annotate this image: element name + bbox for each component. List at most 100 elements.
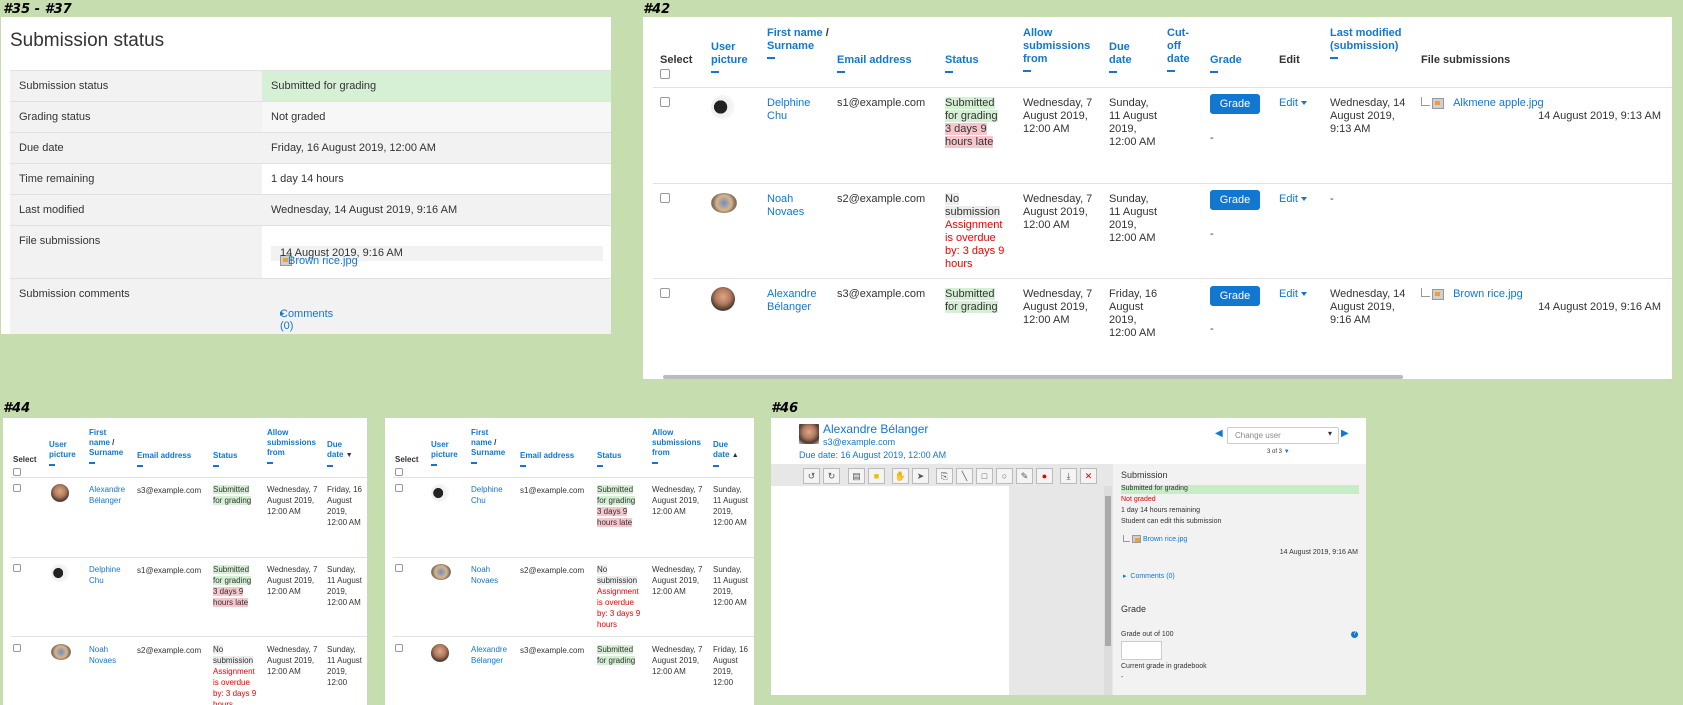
avatar[interactable] bbox=[51, 564, 69, 582]
last-modified-header[interactable]: Last modified (submission) bbox=[1330, 27, 1408, 59]
allow-header[interactable]: Allow submissions from bbox=[1023, 27, 1101, 72]
hand-icon[interactable]: ✋ bbox=[892, 468, 909, 484]
grade-input[interactable] bbox=[1121, 641, 1162, 660]
edit-dropdown[interactable]: Edit bbox=[1279, 193, 1307, 206]
pen-icon[interactable]: ✎ bbox=[1016, 468, 1033, 484]
allow-date: Wednesday, 7 August 2019, 12:00 AM bbox=[267, 485, 318, 516]
due-header[interactable]: Due date ▲ bbox=[713, 440, 743, 467]
user-name-link[interactable]: Noah Novaes bbox=[471, 564, 498, 586]
file-link[interactable]: Brown rice.jpg bbox=[1453, 288, 1523, 300]
status-badge: No submission Assignment is overdue by: 3… bbox=[597, 565, 641, 629]
save-icon[interactable]: ⤓ bbox=[1060, 468, 1077, 484]
oval-icon[interactable]: ○ bbox=[996, 468, 1013, 484]
close-icon[interactable]: ✕ bbox=[1080, 468, 1097, 484]
grade-button[interactable]: Grade bbox=[1210, 286, 1260, 306]
status-badge: Submitted for grading bbox=[597, 645, 636, 665]
grade-button[interactable]: Grade bbox=[1210, 94, 1260, 114]
line-icon[interactable]: ╲ bbox=[956, 468, 973, 484]
avatar[interactable] bbox=[51, 484, 69, 502]
next-user-icon[interactable]: ▶ bbox=[1341, 428, 1349, 439]
file-date: 14 August 2019, 9:16 AM bbox=[280, 247, 403, 259]
user-picture-header[interactable]: User picture bbox=[431, 440, 463, 466]
select-all-checkbox[interactable] bbox=[13, 468, 21, 476]
change-user-select[interactable]: Change user ▾ bbox=[1227, 427, 1339, 444]
email: s1@example.com bbox=[137, 566, 202, 575]
horizontal-scrollbar[interactable] bbox=[663, 375, 1403, 379]
grade-value: - bbox=[1210, 132, 1214, 144]
select-all-checkbox[interactable] bbox=[660, 69, 670, 79]
row-checkbox[interactable] bbox=[660, 97, 670, 107]
status-header[interactable]: Status bbox=[597, 451, 621, 467]
user-name-link[interactable]: Delphine Chu bbox=[89, 564, 121, 586]
user-picture-header[interactable]: User picture bbox=[49, 440, 81, 466]
due-date: Sunday, 11 August 2019, 12:00 bbox=[327, 645, 362, 687]
row-checkbox[interactable] bbox=[395, 564, 403, 572]
allow-header[interactable]: Allow submissions from bbox=[267, 428, 319, 464]
rectangle-icon[interactable]: □ bbox=[976, 468, 993, 484]
color-icon[interactable]: ● bbox=[1036, 468, 1053, 484]
user-name-link[interactable]: Alexandre Bélanger bbox=[89, 484, 125, 506]
status-row: Due date Friday, 16 August 2019, 12:00 A… bbox=[10, 132, 611, 164]
edit-dropdown[interactable]: Edit bbox=[1279, 288, 1307, 301]
avatar[interactable] bbox=[51, 644, 71, 660]
name-header[interactable]: First name / Surname bbox=[767, 27, 829, 59]
edit-dropdown[interactable]: Edit bbox=[1279, 97, 1307, 110]
help-icon[interactable]: ? bbox=[1351, 631, 1358, 638]
due-header[interactable]: Due date ▼ bbox=[327, 440, 357, 467]
due-date: Friday, 16 August 2019, 12:00 bbox=[713, 645, 748, 687]
name-header[interactable]: First name / Surname bbox=[471, 428, 511, 464]
user-picture-header[interactable]: User picture bbox=[711, 41, 761, 73]
student-name-link[interactable]: Alexandre Bélanger bbox=[823, 422, 928, 436]
section-label: #46 bbox=[771, 401, 799, 416]
user-name-link[interactable]: Alexandre Bélanger bbox=[767, 288, 817, 314]
comments-link[interactable]: ▸ Comments (0) bbox=[1123, 572, 1175, 580]
avatar[interactable] bbox=[431, 644, 449, 662]
email-header[interactable]: Email address bbox=[137, 451, 191, 467]
grade-button[interactable]: Grade bbox=[1210, 190, 1260, 210]
row-checkbox[interactable] bbox=[13, 644, 21, 652]
email-header[interactable]: Email address bbox=[520, 451, 574, 467]
row-checkbox[interactable] bbox=[13, 484, 21, 492]
vertical-scrollbar[interactable] bbox=[1104, 486, 1112, 695]
select-all-checkbox[interactable] bbox=[395, 468, 403, 476]
user-name-link[interactable]: Alexandre Bélanger bbox=[471, 644, 507, 666]
row-label: File submissions bbox=[19, 235, 101, 247]
row-checkbox[interactable] bbox=[660, 193, 670, 203]
file-link[interactable]: Alkmene apple.jpg bbox=[1453, 97, 1544, 109]
due-header[interactable]: Due date bbox=[1109, 41, 1139, 73]
avatar[interactable] bbox=[711, 95, 735, 119]
comment-icon[interactable]: ■ bbox=[868, 468, 885, 484]
document-page[interactable] bbox=[771, 486, 1009, 695]
row-checkbox[interactable] bbox=[395, 484, 403, 492]
email-header[interactable]: Email address bbox=[837, 54, 912, 73]
file-entry: Brown rice.jpg bbox=[1123, 535, 1187, 543]
avatar[interactable] bbox=[711, 193, 737, 213]
name-header[interactable]: First name / Surname bbox=[89, 428, 129, 464]
pointer-icon[interactable]: ➤ bbox=[912, 468, 929, 484]
avatar[interactable] bbox=[431, 564, 451, 580]
grade-panel: Submission Submitted for grading Not gra… bbox=[1113, 464, 1366, 695]
status-row: File submissions Brown rice.jpg 14 Augus… bbox=[10, 225, 611, 279]
user-name-link[interactable]: Delphine Chu bbox=[767, 97, 810, 123]
row-checkbox[interactable] bbox=[13, 564, 21, 572]
previous-user-icon[interactable]: ◀ bbox=[1215, 428, 1223, 439]
cutoff-header[interactable]: Cut-off date bbox=[1167, 27, 1197, 72]
rotate-right-icon[interactable]: ↻ bbox=[823, 468, 840, 484]
comments-link[interactable]: ▸ Comments (0) bbox=[271, 299, 333, 332]
user-name-link[interactable]: Noah Novaes bbox=[89, 644, 116, 666]
comment-search-icon[interactable]: ▤ bbox=[848, 468, 865, 484]
avatar[interactable] bbox=[431, 484, 449, 502]
rotate-left-icon[interactable]: ↺ bbox=[803, 468, 820, 484]
row-checkbox[interactable] bbox=[660, 288, 670, 298]
status-header[interactable]: Status bbox=[213, 451, 237, 467]
file-link[interactable]: Brown rice.jpg bbox=[1143, 536, 1187, 543]
grade-header[interactable]: Grade bbox=[1210, 54, 1242, 73]
status-header[interactable]: Status bbox=[945, 54, 979, 73]
filter-icon[interactable]: ▼ bbox=[1284, 449, 1290, 455]
user-name-link[interactable]: Noah Novaes bbox=[767, 193, 804, 219]
avatar[interactable] bbox=[711, 287, 735, 311]
stamp-icon[interactable]: ⎘ bbox=[936, 468, 953, 484]
allow-header[interactable]: Allow submissions from bbox=[652, 428, 704, 464]
user-name-link[interactable]: Delphine Chu bbox=[471, 484, 503, 506]
row-checkbox[interactable] bbox=[395, 644, 403, 652]
